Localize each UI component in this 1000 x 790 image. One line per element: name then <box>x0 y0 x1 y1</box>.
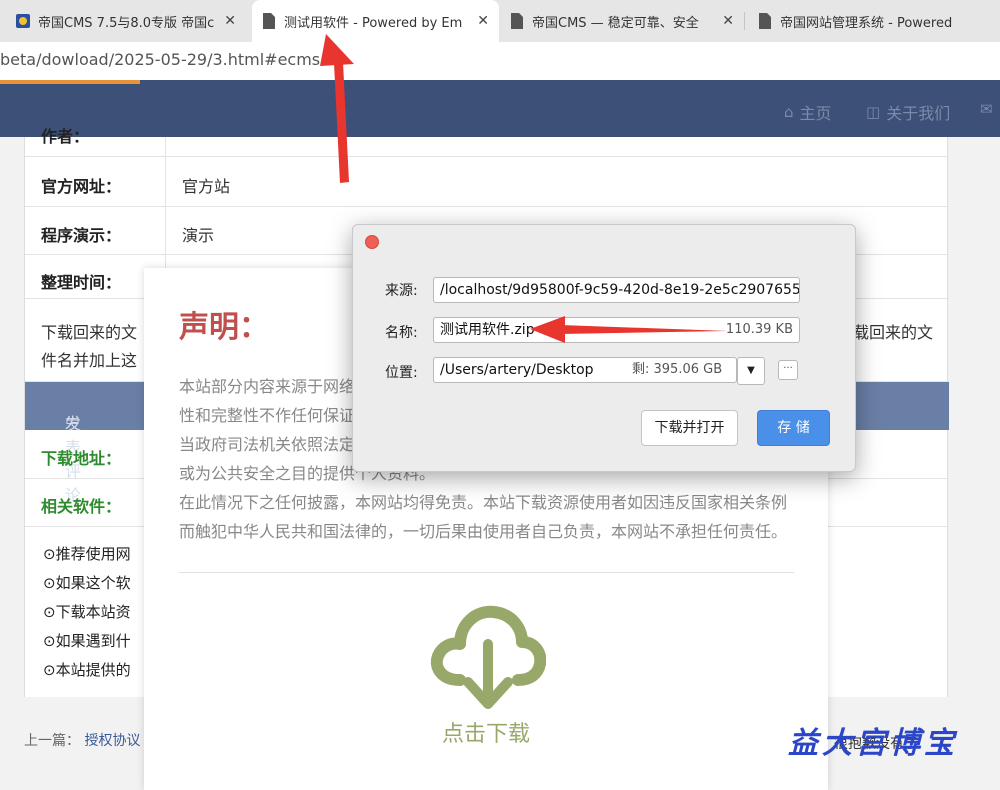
tab-title: 帝国CMS — 稳定可靠、安全 <box>532 15 699 31</box>
disclaimer-line: 而触犯中华人民共和国法律的，一切后果由使用者自己负责，本网站不承担任何责任。 <box>179 522 788 541</box>
nav-about[interactable]: ◫ 关于我们 <box>866 100 950 124</box>
document-icon <box>511 13 523 29</box>
disclaimer-line: 在此情况下之任何披露，本网站均得免责。本站下载资源使用者如因违反国家相关条例 <box>179 493 788 512</box>
location-label: 位置: <box>385 365 418 381</box>
download-and-open-button[interactable]: 下载并打开 <box>641 410 738 446</box>
accent-line <box>0 80 140 84</box>
tip-item: ⊙推荐使用网 <box>43 545 131 563</box>
tab-test-software[interactable]: 测试用软件 - Powered by Em ✕ <box>252 0 499 42</box>
website-link[interactable]: 官方站 <box>182 173 230 197</box>
document-icon <box>263 13 275 29</box>
tip-item: ⊙如果这个软 <box>43 574 131 592</box>
prev-link[interactable]: 授权协议 <box>84 733 140 749</box>
disclaimer-title: 声明： <box>179 310 269 345</box>
nav-label: 主页 <box>799 104 832 123</box>
tab-empire-cms-stable[interactable]: 帝国CMS — 稳定可靠、安全 ✕ <box>500 0 744 42</box>
close-icon[interactable]: ✕ <box>722 13 734 29</box>
close-icon[interactable]: ✕ <box>224 13 236 29</box>
row-label: 官方网址： <box>41 177 122 196</box>
tab-title: 测试用软件 - Powered by Em <box>284 15 463 31</box>
dialog-title-bar <box>353 225 855 259</box>
name-label: 名称: <box>385 325 418 341</box>
empire-logo-icon <box>16 14 30 28</box>
location-dropdown-button[interactable]: ▼ <box>737 357 765 385</box>
mail-icon: ✉ <box>980 100 993 118</box>
click-download-button[interactable]: 点击下载 <box>442 716 530 748</box>
prev-article: 上一篇： 授权协议 <box>24 730 140 750</box>
tab-empire-cms[interactable]: 帝国CMS 7.5与8.0专版 帝国c ✕ <box>6 0 246 42</box>
description-text: 下载回来的文 <box>41 323 138 342</box>
prev-label: 上一篇： <box>24 733 80 749</box>
tab-title: 帝国网站管理系统 - Powered <box>780 15 953 31</box>
location-text: /Users/artery/Desktop <box>440 362 594 378</box>
description-text: 件名并加上这 <box>41 351 138 370</box>
watermark: 益大宫博宝 <box>788 726 958 761</box>
tab-title: 帝国CMS 7.5与8.0专版 帝国c <box>38 15 215 31</box>
tip-item: ⊙本站提供的 <box>43 661 131 679</box>
address-bar[interactable]: beta/dowload/2025-05-29/3.html#ecms <box>0 42 1000 80</box>
tip-item: ⊙下载本站资 <box>43 603 131 621</box>
source-field[interactable]: /localhost/9d95800f-9c59-420d-8e19-2e5c2… <box>433 277 800 303</box>
download-dialog: 来源: /localhost/9d95800f-9c59-420d-8e19-2… <box>352 224 856 472</box>
row-label: 作者： <box>41 127 90 146</box>
nav-home[interactable]: ⌂ 主页 <box>784 100 832 124</box>
document-icon <box>759 13 771 29</box>
row-label: 相关软件： <box>41 497 122 516</box>
row-label: 程序演示： <box>41 226 122 245</box>
description-text: 载回来的文 <box>853 323 934 342</box>
row-website: 官方网址： 官方站 <box>25 157 949 207</box>
save-button[interactable]: 存 储 <box>757 410 830 446</box>
filename-text: 测试用软件.zip <box>440 322 535 338</box>
divider <box>179 572 794 573</box>
location-field[interactable]: /Users/artery/Desktop 剩: 395.06 GB <box>433 357 737 383</box>
row-author: 作者： <box>25 123 949 157</box>
nav-label: 关于我们 <box>886 104 951 123</box>
browser-tab-bar: 帝国CMS 7.5与8.0专版 帝国c ✕ 测试用软件 - Powered by… <box>0 0 1000 42</box>
cloud-download-icon[interactable] <box>430 602 546 712</box>
chevron-down-icon: ▼ <box>747 365 755 376</box>
tab-empire-site-manager[interactable]: 帝国网站管理系统 - Powered <box>748 0 1000 42</box>
tip-item: ⊙如果遇到什 <box>43 632 131 650</box>
source-label: 来源: <box>385 283 418 299</box>
url-text[interactable]: beta/dowload/2025-05-29/3.html#ecms <box>0 50 320 69</box>
close-icon[interactable]: ✕ <box>477 13 489 29</box>
filename-field[interactable]: 测试用软件.zip 110.39 KB <box>433 317 800 343</box>
ellipsis-icon: ··· <box>783 363 793 374</box>
free-space: 剩: 395.06 GB <box>632 362 723 377</box>
file-size: 110.39 KB <box>725 322 793 337</box>
row-label: 整理时间： <box>41 273 122 292</box>
close-window-button[interactable] <box>365 235 379 249</box>
browse-button[interactable]: ··· <box>778 360 798 380</box>
home-icon: ⌂ <box>784 103 794 121</box>
book-icon: ◫ <box>866 103 881 121</box>
row-label: 下载地址： <box>41 449 122 468</box>
demo-link[interactable]: 演示 <box>182 222 214 246</box>
nav-contact[interactable]: ✉ <box>980 100 999 118</box>
tab-separator <box>744 12 745 30</box>
